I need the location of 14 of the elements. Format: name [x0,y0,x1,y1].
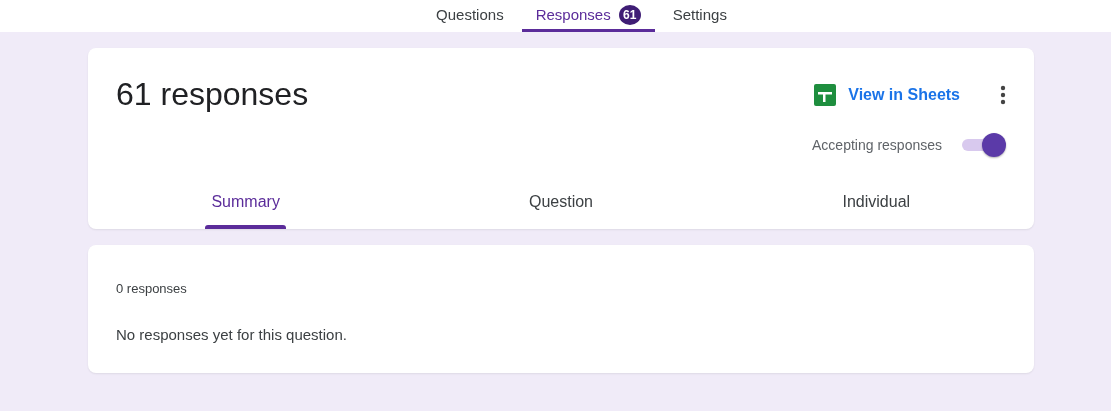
accepting-toggle[interactable] [960,133,1006,157]
view-tab[interactable]: Summary [205,185,286,229]
response-count: 0 responses [116,281,188,296]
count-badge: 61 [618,4,641,25]
more-vertical-icon [1000,84,1006,105]
nav-tab[interactable]: Settings [658,0,741,32]
nav-tab[interactable]: Responses 61 [521,0,655,32]
view-tab[interactable]: Individual [836,185,917,229]
spreadsheet-icon [814,83,837,106]
responses-title: 61 responses [116,76,310,113]
accepting-responses-label: Accepting responses [812,137,942,153]
nav-tab[interactable]: Questions [422,0,518,32]
view-tab[interactable]: Question [522,185,599,229]
empty-message: No responses yet for this question. [116,326,348,343]
